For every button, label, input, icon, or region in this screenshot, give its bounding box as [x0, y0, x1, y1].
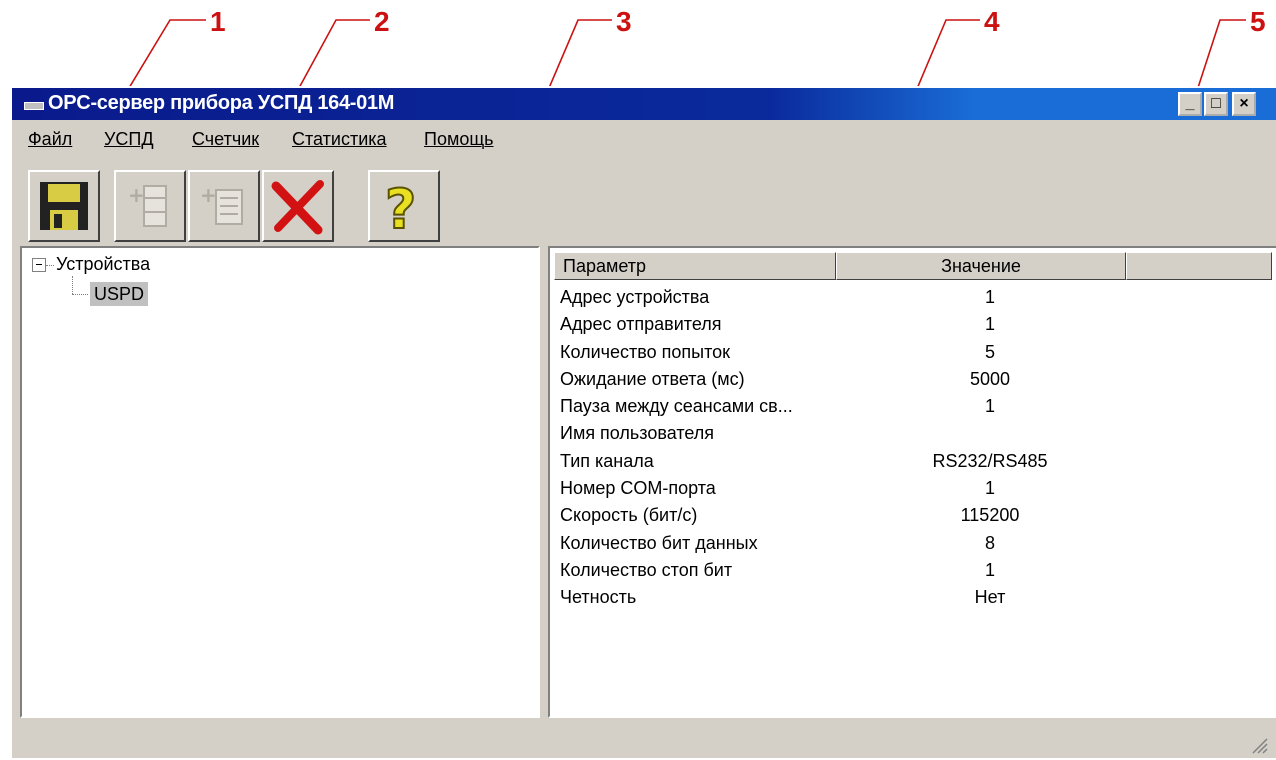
property-value[interactable]: 5 — [850, 339, 1130, 365]
minimize-button[interactable]: _ — [1178, 92, 1202, 116]
property-name: Пауза между сеансами св... — [560, 396, 793, 417]
properties-list: Адрес устройства 1 Адрес отправителя 1 Колич… — [560, 284, 1270, 612]
close-button[interactable]: × — [1232, 92, 1256, 116]
property-name: Количество попыток — [560, 341, 731, 362]
property-row[interactable]: Пауза между сеансами св... 1 — [560, 393, 1270, 420]
menu-uspd[interactable]: УСПД — [104, 129, 154, 150]
menu-statistics[interactable]: Статистика — [292, 129, 387, 150]
property-row[interactable]: Адрес отправителя 1 — [560, 311, 1270, 338]
property-name: Количество стоп бит — [560, 559, 733, 580]
add-meter-button[interactable]: + — [188, 170, 260, 242]
menu-bar: Файл УСПД Счетчик Статистика Помощь — [12, 124, 1276, 154]
property-value[interactable]: 1 — [850, 393, 1130, 419]
callout-number-5: 5 — [1250, 6, 1266, 37]
property-value[interactable]: 8 — [850, 530, 1130, 556]
property-row[interactable]: Количество бит данных 8 — [560, 530, 1270, 557]
save-disk-icon — [40, 182, 88, 230]
resize-grip-icon[interactable] — [1250, 736, 1268, 754]
add-device-button[interactable]: + — [114, 170, 186, 242]
svg-text:+: + — [200, 183, 217, 207]
delete-button[interactable] — [262, 170, 334, 242]
svg-text:?: ? — [385, 178, 416, 236]
menu-help[interactable]: Помощь — [424, 129, 494, 150]
property-row[interactable]: Количество попыток 5 — [560, 339, 1270, 366]
help-button[interactable]: ? — [368, 170, 440, 242]
menu-meter[interactable]: Счетчик — [192, 129, 259, 150]
property-name: Четность — [560, 587, 637, 608]
properties-pane: Параметр Значение Адрес устройства 1 Адрес… — [548, 246, 1276, 718]
window-menu-icon[interactable] — [24, 102, 44, 110]
tree-connector — [72, 294, 88, 295]
property-name: Тип канала — [560, 450, 654, 471]
add-device-icon: + — [128, 183, 167, 227]
menu-file[interactable]: Файл — [28, 129, 72, 150]
property-row[interactable]: Номер COM-порта 1 — [560, 475, 1270, 502]
status-bar — [12, 726, 1276, 760]
callout-number-1: 1 — [210, 6, 226, 37]
callout-number-3: 3 — [616, 6, 632, 37]
svg-text:+: + — [128, 183, 145, 207]
property-value[interactable]: 1 — [850, 475, 1130, 501]
property-value[interactable]: 5000 — [850, 366, 1130, 392]
property-value[interactable]: 1 — [850, 311, 1130, 337]
maximize-button[interactable]: □ — [1204, 92, 1228, 116]
property-value[interactable]: RS232/RS485 — [850, 448, 1130, 474]
property-name: Количество бит данных — [560, 532, 758, 553]
column-header-value[interactable]: Значение — [836, 252, 1126, 280]
property-row[interactable]: Адрес устройства 1 — [560, 284, 1270, 311]
help-question-icon: ? — [384, 177, 417, 236]
add-meter-icon: + — [200, 183, 243, 225]
save-button[interactable] — [28, 170, 100, 242]
callout-number-4: 4 — [984, 6, 1000, 37]
delete-cross-icon — [271, 180, 324, 235]
property-value[interactable]: 115200 — [850, 502, 1130, 528]
tree-collapse-icon[interactable] — [32, 258, 46, 272]
tree-node-uspd[interactable]: USPD — [90, 282, 149, 306]
property-row[interactable]: Количество стоп бит 1 — [560, 557, 1270, 584]
property-value[interactable]: 1 — [850, 557, 1130, 583]
property-row[interactable]: Ожидание ответа (мс) 5000 — [560, 366, 1270, 393]
property-name: Скорость (бит/с) — [560, 505, 698, 526]
tree-root-devices[interactable]: Устройства — [56, 254, 150, 275]
window-title: OPC-сервер прибора УСПД 164-01М — [48, 92, 395, 114]
property-name: Номер COM-порта — [560, 478, 716, 499]
device-tree[interactable]: Устройства USPD — [20, 246, 540, 718]
property-name: Ожидание ответа (мс) — [560, 368, 745, 389]
property-value[interactable]: Нет — [850, 584, 1130, 610]
property-row[interactable]: Тип канала RS232/RS485 — [560, 448, 1270, 475]
property-value[interactable]: 1 — [850, 284, 1130, 310]
tree-connector — [72, 276, 73, 294]
property-row[interactable]: Скорость (бит/с) 115200 — [560, 502, 1270, 529]
property-name: Адрес отправителя — [560, 314, 722, 335]
property-name: Имя пользователя — [560, 423, 715, 444]
column-header-extra[interactable] — [1126, 252, 1272, 280]
title-bar[interactable]: OPC-сервер прибора УСПД 164-01М _ □ × — [12, 88, 1276, 120]
property-row[interactable]: Четность Нет — [560, 584, 1270, 611]
app-window: OPC-сервер прибора УСПД 164-01М _ □ × Фа… — [10, 86, 1276, 758]
tree-connector — [46, 265, 54, 266]
callout-number-2: 2 — [374, 6, 390, 37]
property-name: Адрес устройства — [560, 287, 710, 307]
column-header-parameter[interactable]: Параметр — [554, 252, 836, 280]
property-row[interactable]: Имя пользователя — [560, 420, 1270, 447]
